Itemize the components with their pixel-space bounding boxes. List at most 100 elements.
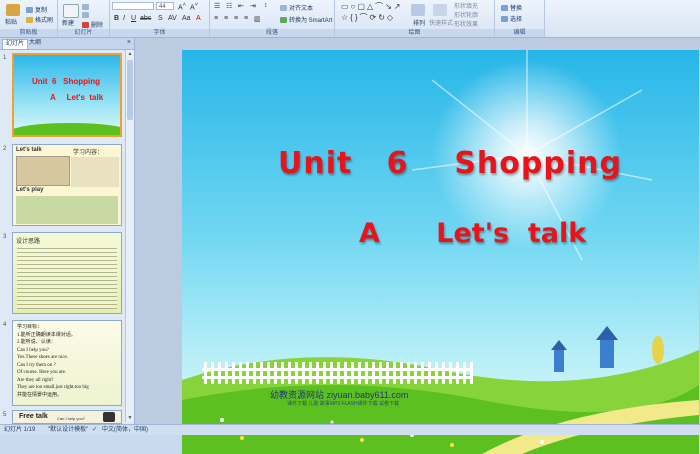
scrollbar-thumb[interactable] bbox=[127, 60, 133, 120]
decrease-indent-icon[interactable]: ⇤ bbox=[238, 2, 244, 10]
thumb-line: They are too small.just right.too big bbox=[17, 385, 89, 390]
fence-picket bbox=[204, 362, 207, 384]
current-slide[interactable]: Unit 6 Shopping A Let's talk 幼教资源网站 ziyu… bbox=[182, 50, 699, 454]
thumb-text-block bbox=[17, 245, 117, 309]
thumb-heading: Free talk bbox=[19, 413, 48, 420]
strikethrough-icon[interactable]: abc bbox=[140, 15, 151, 22]
fence-picket bbox=[309, 362, 312, 384]
tree bbox=[652, 336, 664, 364]
shrink-font-icon[interactable]: A˅ bbox=[190, 2, 198, 11]
fence-picket bbox=[211, 362, 214, 384]
align-left-icon[interactable]: ≡ bbox=[214, 15, 218, 22]
layout-button[interactable] bbox=[82, 4, 91, 11]
numbering-icon[interactable]: ☷ bbox=[226, 2, 232, 10]
shape-effects-button[interactable]: 形状效果 bbox=[454, 19, 478, 28]
fence-picket bbox=[442, 362, 445, 384]
windmill-right bbox=[596, 326, 618, 368]
paste-button[interactable]: 粘贴 bbox=[5, 17, 17, 26]
fence-picket bbox=[316, 362, 319, 384]
paragraph-group: ☰ ☷ ⇤ ⇥ ↕ ≡ ≡ ≡ ≡ ▥ 对齐文本 转换为 SmartArt 段落 bbox=[210, 0, 335, 37]
fence-picket bbox=[239, 362, 242, 384]
scroll-up-icon[interactable]: ▲ bbox=[126, 50, 134, 58]
bold-icon[interactable]: B bbox=[114, 15, 119, 22]
drawing-group: ▭○▢△⌒↘↗ ☆{}⌒⟳↻◇ 排列 快速样式 形状填充 形状轮廓 形状效果 绘… bbox=[335, 0, 495, 37]
line-spacing-icon[interactable]: ↕ bbox=[264, 2, 268, 9]
fence-picket bbox=[456, 362, 459, 384]
fence-picket bbox=[246, 362, 249, 384]
panel-scrollbar[interactable]: ▲ ▼ bbox=[125, 50, 134, 422]
font-color-icon[interactable]: A bbox=[196, 15, 201, 22]
arrange-button[interactable]: 排列 bbox=[413, 18, 425, 27]
thumb-slide-5[interactable]: Free talk Can I help you? bbox=[12, 410, 122, 424]
shadow-icon[interactable]: S bbox=[158, 15, 163, 22]
thumb-slide-2[interactable]: Let's talk 学习内容： Let's play bbox=[12, 144, 122, 226]
close-icon[interactable]: × bbox=[127, 39, 131, 46]
underline-icon[interactable]: U bbox=[131, 15, 136, 22]
font-size-box[interactable]: 44 bbox=[156, 2, 174, 10]
align-center-icon[interactable]: ≡ bbox=[224, 15, 228, 22]
justify-icon[interactable]: ≡ bbox=[244, 15, 248, 22]
delete-slide-button[interactable]: 删除 bbox=[82, 20, 103, 29]
fence-picket bbox=[470, 362, 473, 384]
quick-styles-button[interactable]: 快速样式 bbox=[429, 18, 453, 27]
font-name-box[interactable] bbox=[112, 2, 154, 10]
format-painter-button[interactable]: 格式刷 bbox=[26, 15, 53, 24]
thumb-line: 1.能听正确朗读本课对话。 bbox=[17, 332, 76, 338]
quick-styles-icon[interactable] bbox=[433, 4, 447, 16]
delete-icon bbox=[82, 22, 89, 29]
slide-title[interactable]: Unit 6 Shopping bbox=[278, 146, 622, 181]
thumb-number: 5 bbox=[3, 412, 7, 418]
columns-icon[interactable]: ▥ bbox=[254, 15, 261, 23]
shape-fill-button[interactable]: 形状填充 bbox=[454, 1, 478, 10]
thumb-heading: Let's talk bbox=[16, 147, 42, 153]
fence-picket bbox=[407, 362, 410, 384]
thumb-number: 2 bbox=[3, 146, 7, 152]
thumb-slide-3[interactable]: 设计思路 bbox=[12, 232, 122, 314]
fence-picket bbox=[421, 362, 424, 384]
slides-group: 新建 删除 幻灯片 bbox=[58, 0, 110, 37]
replace-button[interactable]: 替换 bbox=[501, 3, 522, 12]
editing-group: 替换 选择 编辑 bbox=[495, 0, 545, 37]
thumb-grass bbox=[14, 123, 120, 135]
bullets-icon[interactable]: ☰ bbox=[214, 2, 220, 10]
align-text-button[interactable]: 对齐文本 bbox=[280, 3, 313, 12]
format-painter-icon bbox=[26, 17, 33, 24]
change-case-icon[interactable]: Aa bbox=[182, 15, 191, 22]
copy-icon bbox=[26, 7, 33, 14]
shapes-gallery[interactable]: ▭○▢△⌒↘↗ bbox=[341, 1, 403, 12]
shapes-gallery-row2[interactable]: ☆{}⌒⟳↻◇ bbox=[341, 12, 395, 23]
thumb-line: 2.能听说、认读： bbox=[17, 340, 56, 345]
new-slide-icon[interactable] bbox=[63, 4, 79, 18]
status-bar: 幻灯片 1/19 "默认设计模板" ✓ 中文(简体，中国) bbox=[0, 424, 700, 435]
thumb-picture bbox=[71, 157, 119, 187]
spacing-icon[interactable]: AV bbox=[168, 15, 177, 22]
fence-picket bbox=[337, 362, 340, 384]
fence-picket bbox=[351, 362, 354, 384]
smartart-button[interactable]: 转换为 SmartArt bbox=[280, 15, 332, 24]
clipboard-label: 剪贴板 bbox=[0, 29, 57, 37]
paste-icon[interactable] bbox=[6, 4, 20, 16]
shape-outline-button[interactable]: 形状轮廓 bbox=[454, 10, 478, 19]
thumb-slide-4[interactable]: 学习目标： 1.能听正确朗读本课对话。 2.能听说、认读： Can I help… bbox=[12, 320, 122, 406]
arrange-icon[interactable] bbox=[411, 4, 425, 16]
fence-picket bbox=[267, 362, 270, 384]
new-slide-button[interactable]: 新建 bbox=[62, 18, 74, 27]
copy-button[interactable]: 复制 bbox=[26, 5, 47, 14]
tab-outline[interactable]: 大纲 bbox=[26, 39, 44, 48]
select-icon bbox=[501, 16, 508, 23]
align-right-icon[interactable]: ≡ bbox=[234, 15, 238, 22]
thumb-line: 并能在情景中运用。 bbox=[17, 392, 63, 398]
slide-subtitle[interactable]: A Let's talk bbox=[359, 218, 586, 249]
grow-font-icon[interactable]: A˄ bbox=[178, 2, 186, 11]
increase-indent-icon[interactable]: ⇥ bbox=[250, 2, 256, 10]
tab-slides[interactable]: 幻灯片 bbox=[2, 39, 29, 49]
fence-picket bbox=[225, 362, 228, 384]
thumb-heading-2: Let's play bbox=[16, 187, 44, 193]
fence-picket bbox=[260, 362, 263, 384]
scroll-down-icon[interactable]: ▼ bbox=[126, 414, 134, 422]
italic-icon[interactable]: I bbox=[123, 15, 125, 22]
reset-button[interactable] bbox=[82, 12, 91, 19]
select-button[interactable]: 选择 bbox=[501, 14, 522, 23]
thumb-slide-1[interactable]: Unit 6 Shopping A Let's talk bbox=[12, 53, 122, 137]
fence-picket bbox=[274, 362, 277, 384]
